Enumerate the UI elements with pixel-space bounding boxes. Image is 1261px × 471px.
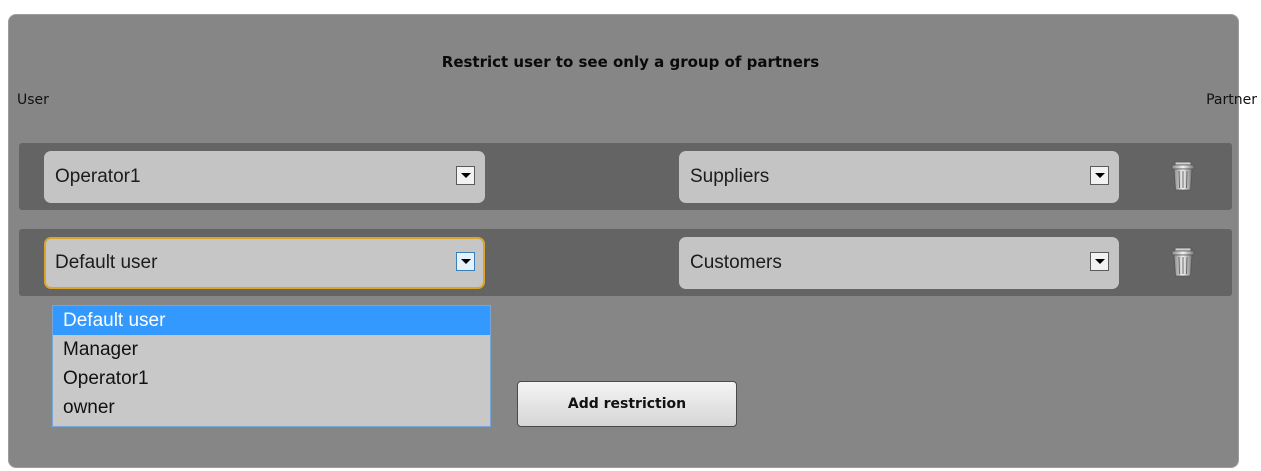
trash-icon[interactable] xyxy=(1170,247,1196,277)
dropdown-option-default-user[interactable]: Default user xyxy=(53,306,490,335)
user-column-label: User xyxy=(17,92,49,108)
chevron-down-icon[interactable] xyxy=(456,252,475,271)
section-title: Restrict user to see only a group of par… xyxy=(441,53,820,71)
add-restriction-button[interactable]: Add restriction xyxy=(517,381,737,427)
partner-column-label: Partner xyxy=(1206,92,1257,108)
dropdown-option-manager[interactable]: Manager xyxy=(53,335,490,364)
dropdown-option-owner[interactable]: owner xyxy=(53,393,490,422)
user-dropdown-list: Default user Manager Operator1 owner xyxy=(52,305,491,427)
user-select-value: Default user xyxy=(55,252,158,273)
chevron-down-icon[interactable] xyxy=(1090,166,1109,185)
partner-select[interactable]: Suppliers xyxy=(679,151,1119,203)
user-select[interactable]: Default user xyxy=(44,237,485,289)
restriction-row: Operator1 Suppliers xyxy=(19,143,1232,210)
partner-select-value: Customers xyxy=(690,252,782,273)
dropdown-option-operator1[interactable]: Operator1 xyxy=(53,364,490,393)
chevron-down-icon[interactable] xyxy=(456,166,475,185)
restriction-row: Default user Customers xyxy=(19,229,1232,296)
user-select-value: Operator1 xyxy=(55,166,141,187)
trash-icon[interactable] xyxy=(1170,161,1196,191)
partner-select-value: Suppliers xyxy=(690,166,770,187)
user-select[interactable]: Operator1 xyxy=(44,151,485,203)
chevron-down-icon[interactable] xyxy=(1090,252,1109,271)
partner-select[interactable]: Customers xyxy=(679,237,1119,289)
